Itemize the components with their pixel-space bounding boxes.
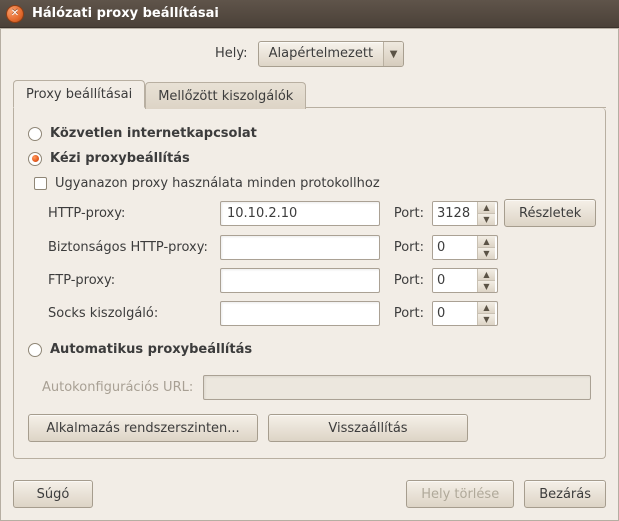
mode-auto-row[interactable]: Automatikus proxybeállítás xyxy=(28,342,591,357)
use-same-proxy-label: Ugyanazon proxy használata minden protok… xyxy=(55,176,380,191)
close-button[interactable]: Bezárás xyxy=(524,480,606,508)
socks-proxy-port-input[interactable] xyxy=(433,302,477,325)
details-button[interactable]: Részletek xyxy=(504,199,596,227)
tab-panel-proxy: Közvetlen internetkapcsolat Kézi proxybe… xyxy=(13,108,606,459)
close-icon[interactable] xyxy=(6,5,24,23)
port-label: Port: xyxy=(386,206,426,221)
port-label: Port: xyxy=(386,240,426,255)
tab-strip: Proxy beállításai Mellőzött kiszolgálók xyxy=(13,79,606,108)
spin-down-icon[interactable]: ▼ xyxy=(478,247,495,259)
chevron-down-icon: ▼ xyxy=(383,42,403,66)
title-bar: Hálózati proxy beállításai xyxy=(0,0,619,28)
mode-direct-row[interactable]: Közvetlen internetkapcsolat xyxy=(28,126,591,141)
tab-label: Mellőzött kiszolgálók xyxy=(158,89,293,104)
spin-down-icon[interactable]: ▼ xyxy=(478,313,495,325)
apply-systemwide-button[interactable]: Alkalmazás rendszerszinten... xyxy=(28,414,258,442)
https-proxy-port-spin[interactable]: ▲ ▼ xyxy=(432,235,498,260)
spin-up-icon[interactable]: ▲ xyxy=(478,302,495,313)
http-proxy-port-input[interactable] xyxy=(433,202,477,225)
ftp-proxy-port-spin[interactable]: ▲ ▼ xyxy=(432,268,498,293)
spin-up-icon[interactable]: ▲ xyxy=(478,202,495,213)
button-label: Súgó xyxy=(37,487,70,502)
https-proxy-label: Biztonságos HTTP-proxy: xyxy=(34,240,214,255)
autoconfig-url-label: Autokonfigurációs URL: xyxy=(42,380,193,395)
socks-proxy-host-input[interactable] xyxy=(220,301,380,326)
port-label: Port: xyxy=(386,273,426,288)
help-button[interactable]: Súgó xyxy=(13,480,93,508)
button-label: Bezárás xyxy=(539,487,591,502)
tab-label: Proxy beállításai xyxy=(26,87,132,102)
ftp-proxy-port-input[interactable] xyxy=(433,269,477,292)
location-combo[interactable]: Alapértelmezett ▼ xyxy=(258,41,404,67)
spin-up-icon[interactable]: ▲ xyxy=(478,269,495,280)
button-label: Alkalmazás rendszerszinten... xyxy=(46,421,239,436)
autoconfig-url-input xyxy=(203,375,591,400)
spin-down-icon[interactable]: ▼ xyxy=(478,213,495,225)
reset-button[interactable]: Visszaállítás xyxy=(268,414,468,442)
window-title: Hálózati proxy beállításai xyxy=(32,6,219,21)
button-label: Hely törlése xyxy=(421,487,499,502)
mode-direct-label: Közvetlen internetkapcsolat xyxy=(50,126,257,141)
socks-proxy-label: Socks kiszolgáló: xyxy=(34,306,214,321)
apply-row: Alkalmazás rendszerszinten... Visszaállí… xyxy=(28,414,591,442)
radio-icon xyxy=(28,127,42,141)
ftp-proxy-host-input[interactable] xyxy=(220,268,380,293)
http-proxy-port-spin[interactable]: ▲ ▼ xyxy=(432,201,498,226)
location-combo-value: Alapértelmezett xyxy=(259,42,383,66)
proxy-grid: HTTP-proxy: Port: ▲ ▼ Részletek Biztonsá… xyxy=(34,199,591,326)
spin-buttons: ▲ ▼ xyxy=(477,269,495,292)
mode-auto-label: Automatikus proxybeállítás xyxy=(50,342,252,357)
port-label: Port: xyxy=(386,306,426,321)
spin-buttons: ▲ ▼ xyxy=(477,236,495,259)
spin-buttons: ▲ ▼ xyxy=(477,202,495,225)
window-client: Hely: Alapértelmezett ▼ Proxy beállítása… xyxy=(0,28,619,521)
ftp-proxy-label: FTP-proxy: xyxy=(34,273,214,288)
radio-icon xyxy=(28,343,42,357)
dialog-footer: Súgó Hely törlése Bezárás xyxy=(13,480,606,508)
checkbox-icon xyxy=(34,177,47,190)
https-proxy-host-input[interactable] xyxy=(220,235,380,260)
autoconfig-row: Autokonfigurációs URL: xyxy=(42,375,591,400)
location-row: Hely: Alapértelmezett ▼ xyxy=(13,41,606,67)
delete-location-button: Hely törlése xyxy=(406,480,514,508)
socks-proxy-port-spin[interactable]: ▲ ▼ xyxy=(432,301,498,326)
use-same-proxy-row[interactable]: Ugyanazon proxy használata minden protok… xyxy=(34,176,591,191)
tab-ignored-hosts[interactable]: Mellőzött kiszolgálók xyxy=(145,82,306,109)
tab-proxy-settings[interactable]: Proxy beállításai xyxy=(13,80,145,108)
spin-down-icon[interactable]: ▼ xyxy=(478,280,495,292)
http-proxy-label: HTTP-proxy: xyxy=(34,206,214,221)
spin-up-icon[interactable]: ▲ xyxy=(478,236,495,247)
mode-manual-label: Kézi proxybeállítás xyxy=(50,151,190,166)
spin-buttons: ▲ ▼ xyxy=(477,302,495,325)
manual-section: Ugyanazon proxy használata minden protok… xyxy=(34,176,591,326)
radio-icon xyxy=(28,152,42,166)
button-label: Visszaállítás xyxy=(328,421,407,436)
location-label: Hely: xyxy=(215,46,248,61)
mode-manual-row[interactable]: Kézi proxybeállítás xyxy=(28,151,591,166)
http-proxy-host-input[interactable] xyxy=(220,201,380,226)
https-proxy-port-input[interactable] xyxy=(433,236,477,259)
footer-right: Hely törlése Bezárás xyxy=(406,480,606,508)
button-label: Részletek xyxy=(519,206,581,221)
